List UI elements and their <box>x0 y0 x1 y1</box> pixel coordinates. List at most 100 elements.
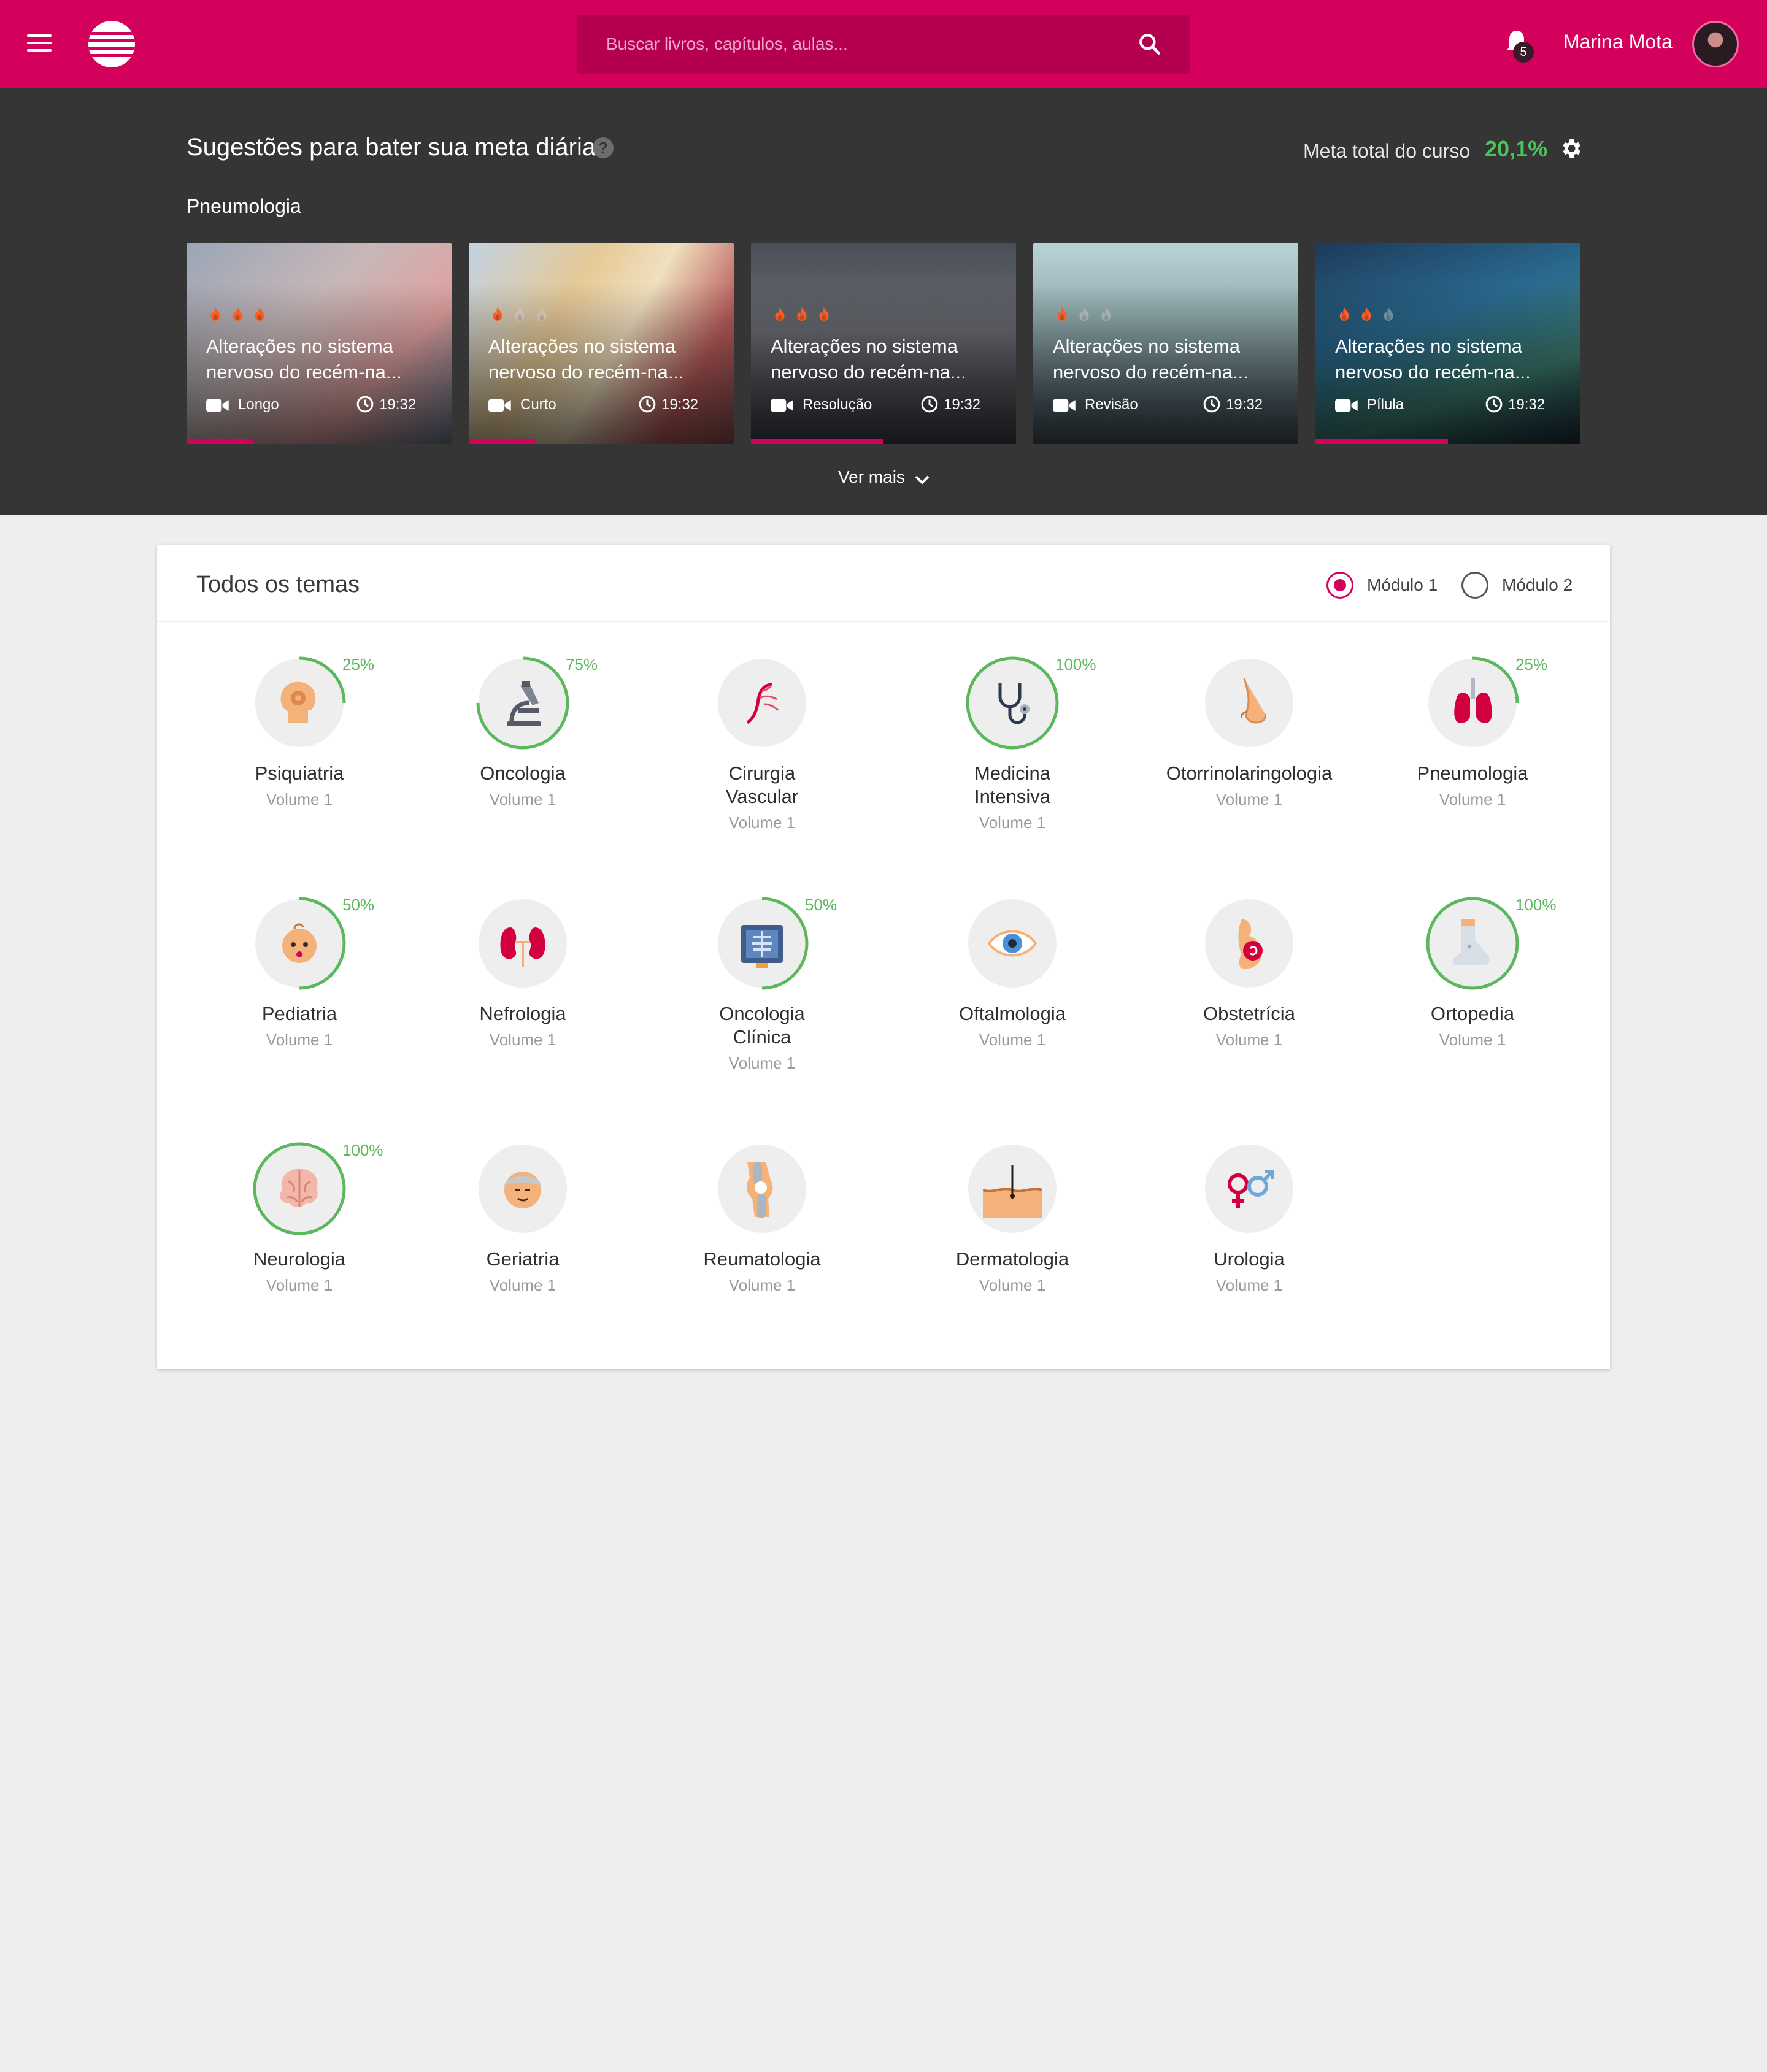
kidneys-icon <box>500 927 545 967</box>
goal-label: Meta total do curso <box>1303 140 1471 162</box>
card-type: Resolução <box>803 396 872 413</box>
chevron-down-icon[interactable] <box>913 472 931 487</box>
card-meta: Longo 19:32 <box>206 395 433 416</box>
flame-icon <box>233 307 242 321</box>
card-title: Alterações no sistema nervoso do recém-n… <box>1053 336 1249 383</box>
difficulty-flames <box>1335 304 1398 325</box>
theme-name: Urologia <box>1214 1248 1285 1270</box>
help-icon[interactable]: ? <box>593 137 614 158</box>
suggestion-card[interactable]: Alterações no sistema nervoso do recém-n… <box>1315 243 1580 444</box>
logo[interactable] <box>88 21 135 67</box>
themes-panel: Todos os temas Módulo 1 Módulo 2 25% Psi… <box>157 545 1610 1369</box>
flame-icon <box>210 307 220 321</box>
suggestion-card[interactable]: Alterações no sistema nervoso do recém-n… <box>1033 243 1298 444</box>
menu-icon[interactable] <box>27 34 52 54</box>
knee-icon <box>747 1162 773 1218</box>
theme-volume: Volume 1 <box>979 1030 1046 1049</box>
card-meta: Curto 19:32 <box>488 395 715 416</box>
difficulty-flames <box>1053 304 1115 325</box>
theme-name: Pediatria <box>261 1003 337 1024</box>
module-1-label[interactable]: Módulo 1 <box>1367 575 1438 595</box>
suggestion-card[interactable]: Alterações no sistema nervoso do recém-n… <box>751 243 1016 444</box>
baby-icon <box>282 923 317 963</box>
difficulty-flames <box>771 304 833 325</box>
theme-volume: Volume 1 <box>728 1276 796 1294</box>
ver-mais-button[interactable]: Ver mais <box>838 467 905 487</box>
theme-percent: 100% <box>1515 896 1557 914</box>
gear-icon[interactable] <box>1558 136 1583 161</box>
video-camera-icon <box>771 399 793 412</box>
theme-volume: Volume 1 <box>979 1276 1046 1294</box>
card-type: Pílula <box>1367 396 1404 413</box>
search-icon[interactable] <box>1136 31 1163 58</box>
suggestion-card[interactable]: Alterações no sistema nervoso do recém-n… <box>187 243 452 444</box>
flame-icon <box>537 307 547 321</box>
card-title: Alterações no sistema nervoso do recém-n… <box>488 336 684 383</box>
clock-icon <box>1485 396 1503 413</box>
theme-volume: Volume 1 <box>489 790 556 808</box>
module-2-label[interactable]: Módulo 2 <box>1502 575 1573 595</box>
theme-name: Obstetrícia <box>1203 1003 1295 1024</box>
brain-icon <box>280 1168 318 1207</box>
flame-icon <box>255 307 264 321</box>
theme-name: Psiquiatria <box>255 762 344 784</box>
theme-name: Nefrologia <box>479 1003 566 1024</box>
search-bar <box>577 15 1190 74</box>
theme-percent: 50% <box>342 896 375 914</box>
eye-icon <box>987 930 1037 957</box>
flame-icon <box>493 307 502 321</box>
card-duration: 19:32 <box>661 396 699 413</box>
search-input[interactable] <box>606 15 1109 74</box>
skin-icon <box>983 1165 1042 1218</box>
user-name[interactable]: Marina Mota <box>1563 31 1673 53</box>
card-meta: Pílula 19:32 <box>1335 395 1562 416</box>
theme-name: Pneumologia <box>1417 762 1528 784</box>
theme-name: Reumatologia <box>703 1248 821 1270</box>
vessel-icon <box>746 683 779 724</box>
avatar[interactable] <box>1692 21 1739 67</box>
theme-volume: Volume 1 <box>728 813 796 832</box>
theme-percent: 75% <box>566 655 598 673</box>
cast-leg-icon <box>1452 919 1490 965</box>
theme-volume: Volume 1 <box>1439 1030 1506 1049</box>
theme-name: Medicina Intensiva <box>974 762 1051 807</box>
card-type: Curto <box>520 396 556 413</box>
difficulty-flames <box>206 304 269 325</box>
theme-name: Geriatria <box>486 1248 560 1270</box>
module-2-radio[interactable] <box>1461 572 1488 599</box>
suggestions-title: Sugestões para bater sua meta diária <box>187 134 596 161</box>
top-bar: 5 Marina Mota <box>0 0 1767 88</box>
theme-volume: Volume 1 <box>266 1030 333 1049</box>
pregnancy-icon <box>1238 919 1263 969</box>
clock-icon <box>356 396 374 413</box>
stethoscope-icon <box>998 683 1030 724</box>
video-camera-icon <box>1053 399 1076 412</box>
themes-header: Todos os temas Módulo 1 Módulo 2 <box>157 545 1610 622</box>
card-type: Revisão <box>1085 396 1138 413</box>
module-1-radio[interactable] <box>1326 572 1353 599</box>
suggestion-card[interactable]: Alterações no sistema nervoso do recém-n… <box>469 243 734 444</box>
card-duration: 19:32 <box>379 396 417 413</box>
card-meta: Resolução 19:32 <box>771 395 998 416</box>
card-progress-bar <box>1315 439 1448 444</box>
card-title: Alterações no sistema nervoso do recém-n… <box>1335 336 1531 383</box>
flame-icon <box>819 307 829 321</box>
lungs-icon <box>1454 678 1492 723</box>
xray-icon <box>741 925 783 968</box>
theme-name: Oncologia <box>480 762 566 784</box>
theme-percent: 50% <box>805 896 837 914</box>
theme-volume: Volume 1 <box>728 1054 796 1072</box>
theme-name: Cirurgia Vascular <box>725 762 799 807</box>
elder-icon <box>504 1172 541 1208</box>
theme-name: Neurologia <box>253 1248 345 1270</box>
themes-title: Todos os temas <box>196 572 360 597</box>
flame-icon <box>515 307 525 321</box>
card-progress-bar <box>751 439 884 444</box>
flame-icon <box>1339 307 1349 321</box>
nose-icon <box>1241 678 1266 724</box>
card-title: Alterações no sistema nervoso do recém-n… <box>206 336 402 383</box>
theme-name: Oftalmologia <box>958 1003 1066 1024</box>
theme-volume: Volume 1 <box>1215 1030 1283 1049</box>
theme-volume: Volume 1 <box>1439 790 1506 808</box>
theme-volume: Volume 1 <box>489 1276 556 1294</box>
